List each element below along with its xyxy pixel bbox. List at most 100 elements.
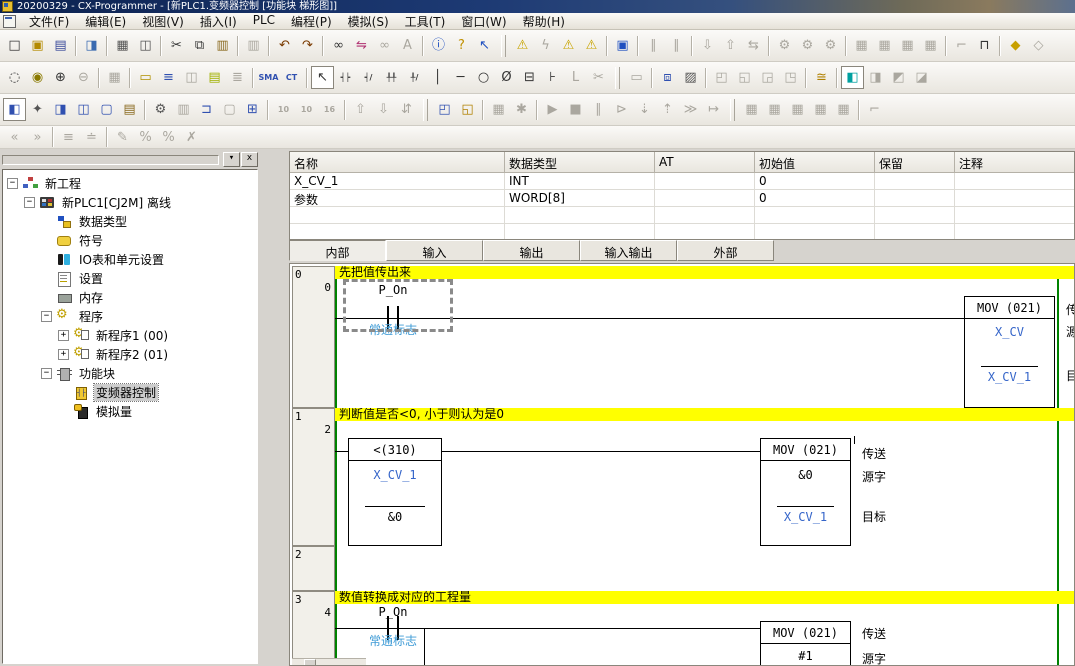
variable-cell-r2-at[interactable] <box>655 207 755 224</box>
mov-instruction-rung0[interactable]: MOV (021) X_CV X_CV_1 <box>964 296 1055 408</box>
time-chart-monitor-button[interactable]: ⊓ <box>973 34 996 57</box>
operand-2[interactable]: &0 <box>349 510 441 524</box>
new-vertical-line-button[interactable]: │ <box>426 66 449 89</box>
select-mode-button[interactable]: ↖ <box>311 66 334 89</box>
tab-internal[interactable]: 内部 <box>289 240 386 261</box>
show-watch-window-button[interactable]: ◨ <box>49 98 72 121</box>
show-output-window-button[interactable]: ✦ <box>26 98 49 121</box>
toolbar-grip[interactable] <box>615 67 620 89</box>
variable-cell-r2-initial-value[interactable] <box>755 207 875 224</box>
undo-button[interactable]: ↶ <box>273 34 296 57</box>
tree-item-program2[interactable]: +新程序2 (01) <box>3 345 257 364</box>
menu-plc[interactable]: PLC <box>245 13 283 30</box>
variable-cell-r1-comment[interactable] <box>955 190 1075 207</box>
tree-item-symbols[interactable]: 符号 <box>3 231 257 250</box>
rung-margin-2[interactable]: 2 <box>292 546 335 591</box>
variable-cell-r1-data-type[interactable]: WORD[8] <box>505 190 655 207</box>
tree-item-settings[interactable]: 设置 <box>3 269 257 288</box>
variable-cell-r2-data-type[interactable] <box>505 207 655 224</box>
print-button[interactable]: ▦ <box>111 34 134 57</box>
variable-cell-r3-at[interactable] <box>655 224 755 240</box>
rung-margin-3[interactable]: 3 4 <box>292 591 335 666</box>
compare-instruction-rung1[interactable]: <(310) X_CV_1 &0 <box>348 438 442 546</box>
collapse-toggle[interactable]: − <box>7 178 18 189</box>
expand-toggle[interactable]: + <box>58 330 69 341</box>
find-button[interactable]: ∞ <box>327 34 350 57</box>
menu-file[interactable]: 文件(F) <box>21 13 77 30</box>
variable-cell-r1-initial-value[interactable]: 0 <box>755 190 875 207</box>
menu-tools[interactable]: 工具(T) <box>397 13 454 30</box>
copy-button[interactable]: ⧉ <box>188 34 211 57</box>
watch-window-button[interactable]: ◧ <box>841 66 864 89</box>
variable-cell-r0-comment[interactable] <box>955 173 1075 190</box>
check-programs-button[interactable]: ⚠ <box>557 34 580 57</box>
new-closed-contact-button[interactable]: ┥/ <box>357 66 380 89</box>
about-button[interactable]: ⓘ <box>427 34 450 57</box>
operand-destination[interactable]: X_CV_1 <box>965 370 1054 384</box>
operand-destination[interactable]: X_CV_1 <box>761 510 850 524</box>
variable-cell-r2-retained[interactable] <box>875 207 955 224</box>
scrollbar-thumb[interactable] <box>304 659 316 666</box>
operand-1[interactable]: X_CV_1 <box>349 468 441 482</box>
tree-item-memory[interactable]: 内存 <box>3 288 257 307</box>
transfer-fb-to-plc-button[interactable]: ◱ <box>456 98 479 121</box>
mov-instruction-rung1[interactable]: MOV (021) &0 X_CV_1 <box>760 438 851 546</box>
new-or-contact-button[interactable]: ╀╀ <box>380 66 403 89</box>
show-local-window-button[interactable]: ▢ <box>95 98 118 121</box>
tree-item-io-table[interactable]: IO表和单元设置 <box>3 250 257 269</box>
menu-window[interactable]: 窗口(W) <box>453 13 514 30</box>
variable-cell-r3-comment[interactable] <box>955 224 1075 240</box>
help-topics-button[interactable]: ? <box>450 34 473 57</box>
tab-output[interactable]: 输出 <box>483 240 580 261</box>
toolbar-grip[interactable] <box>501 35 506 57</box>
column-header-at[interactable]: AT <box>655 152 755 173</box>
show-rung-list-button[interactable]: ≡ <box>157 66 180 89</box>
collapse-toggle[interactable]: − <box>41 311 52 322</box>
variable-cell-r1-name[interactable]: 参数 <box>290 190 505 207</box>
open-file-button[interactable]: ▣ <box>26 34 49 57</box>
new-fb-call-button[interactable]: ⊦ <box>541 66 564 89</box>
tree-item-plc1[interactable]: −新PLC1[CJ2M] 离线 <box>3 193 257 212</box>
collapse-toggle[interactable]: − <box>41 368 52 379</box>
tab-input[interactable]: 输入 <box>386 240 483 261</box>
save-button[interactable]: ▤ <box>49 34 72 57</box>
watch-grid-button[interactable]: ▨ <box>679 66 702 89</box>
zoom-to-fit-button[interactable]: ◌ <box>3 66 26 89</box>
variable-cell-r3-retained[interactable] <box>875 224 955 240</box>
variable-cell-r3-initial-value[interactable] <box>755 224 875 240</box>
tab-input-output[interactable]: 输入输出 <box>580 240 677 261</box>
variable-cell-r2-comment[interactable] <box>955 207 1075 224</box>
new-or-closed-contact-button[interactable]: ╀/ <box>403 66 426 89</box>
show-address-reference-button[interactable]: ⧈ <box>656 66 679 89</box>
toolbar-grip[interactable] <box>730 99 735 121</box>
rung-comment-3[interactable]: 数值转换成对应的工程量 <box>335 591 1074 604</box>
fb-instance-tool-button[interactable]: ⚙ <box>149 98 172 121</box>
menu-help[interactable]: 帮助(H) <box>515 13 573 30</box>
new-horizontal-line-button[interactable]: ─ <box>449 66 472 89</box>
paste-button[interactable]: ▥ <box>211 34 234 57</box>
tree-item-project[interactable]: −新工程 <box>3 174 257 193</box>
tree-item-program1[interactable]: +新程序1 (00) <box>3 326 257 345</box>
context-help-button[interactable]: ↖ <box>473 34 496 57</box>
show-cross-reference-button[interactable]: ◫ <box>72 98 95 121</box>
mov-instruction-rung3[interactable]: MOV (021) #1 <box>760 621 851 666</box>
variable-cell-r0-at[interactable] <box>655 173 755 190</box>
collapse-toggle[interactable]: − <box>24 197 35 208</box>
tree-item-analog[interactable]: 模拟量 <box>3 402 257 421</box>
variable-cell-r1-retained[interactable] <box>875 190 955 207</box>
column-header-retained[interactable]: 保留 <box>875 152 955 173</box>
variable-cell-r0-data-type[interactable]: INT <box>505 173 655 190</box>
program-check-options-button[interactable]: ⚠ <box>580 34 603 57</box>
variable-cell-r0-retained[interactable] <box>875 173 955 190</box>
tab-external[interactable]: 外部 <box>677 240 774 261</box>
zoom-button[interactable]: ◉ <box>26 66 49 89</box>
new-coil-button[interactable]: ○ <box>472 66 495 89</box>
protection-lock-button[interactable]: ◆ <box>1004 34 1027 57</box>
column-header-name[interactable]: 名称 <box>290 152 505 173</box>
mdi-child-window-icon[interactable] <box>3 15 16 28</box>
tree-item-inverter-control[interactable]: 变频器控制 <box>3 383 257 402</box>
variable-cell-r2-name[interactable] <box>290 207 505 224</box>
new-file-button[interactable]: □ <box>3 34 26 57</box>
operand-source[interactable]: #1 <box>761 649 850 663</box>
column-header-comment[interactable]: 注释 <box>955 152 1075 173</box>
